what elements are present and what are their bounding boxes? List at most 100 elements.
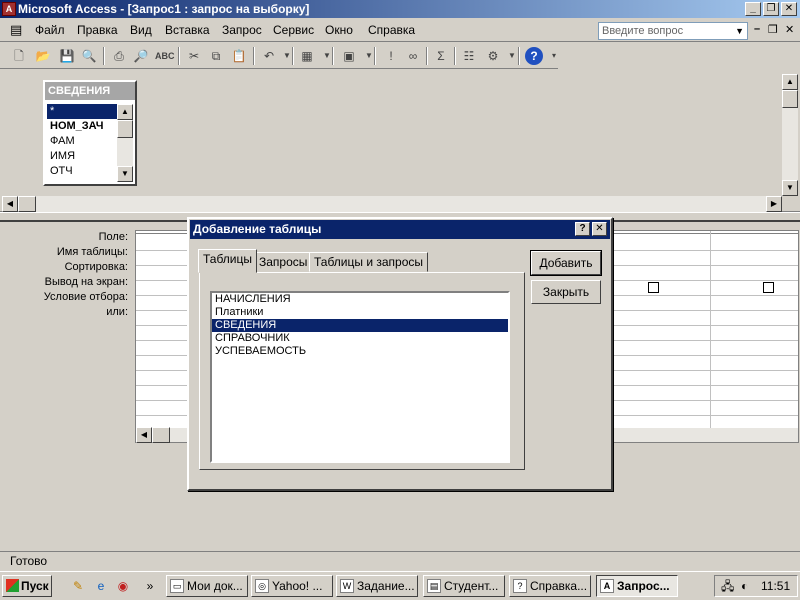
task-my-documents[interactable]: ▭ Мои док... [166,575,248,597]
access-icon: A [600,579,614,593]
scroll-thumb[interactable] [117,120,133,138]
task-query[interactable]: A Запрос... [596,575,678,597]
spelling-icon[interactable]: ABC [155,47,175,65]
quicklaunch-pencil-icon[interactable]: ✎ [70,578,86,594]
scroll-down-icon[interactable]: ▼ [117,166,133,182]
tab-tables-and-queries[interactable]: Таблицы и запросы [309,252,429,272]
dialog-close-button[interactable]: ✕ [592,222,607,236]
print-icon[interactable]: ⎙ [110,47,128,65]
paste-icon[interactable]: 📋 [230,47,248,65]
table-item[interactable]: УСПЕВАЕМОСТЬ [212,345,508,358]
table-pane-hscroll[interactable]: ◀ ▶ [2,196,782,212]
open-icon[interactable]: 📂 [34,47,52,65]
field-item[interactable]: ОТЧ [47,164,119,179]
task-assignment[interactable]: W Задание... [336,575,418,597]
scroll-thumb[interactable] [782,90,798,108]
menu-insert[interactable]: Вставка [165,23,210,37]
add-button[interactable]: Добавить [530,250,602,276]
close-button[interactable]: Закрыть [531,280,601,304]
file-search-icon[interactable]: 🔍 [80,47,98,65]
ask-question-input[interactable]: Введите вопрос ▼ [598,22,748,40]
row-label-sort: Сортировка: [64,261,128,273]
scroll-up-icon[interactable]: ▲ [782,74,798,90]
field-list-vscroll[interactable]: ▲ ▼ [117,104,133,182]
chevron-down-icon[interactable]: ▼ [735,23,744,39]
grid-row-labels: Поле: Имя таблицы: Сортировка: Вывод на … [0,230,132,320]
build-icon[interactable]: ⚙ [484,47,502,65]
row-label-field: Поле: [98,231,128,243]
table-item[interactable]: Платники [212,306,508,319]
field-item[interactable]: * [47,104,119,119]
run-icon[interactable]: ! [382,47,400,65]
query-type-icon[interactable]: ▣ [340,47,358,65]
field-item[interactable]: ИМЯ [47,149,119,164]
status-text: Готово [10,554,48,568]
quicklaunch-opera-icon[interactable]: ◉ [115,578,131,594]
restore-button[interactable]: ❐ [763,2,779,16]
save-icon[interactable]: 💾 [58,47,76,65]
scroll-left-icon[interactable]: ◀ [2,196,18,212]
menu-help[interactable]: Справка [368,23,415,37]
help-icon: ? [513,579,527,593]
scroll-up-icon[interactable]: ▲ [117,104,133,120]
print-preview-icon[interactable]: 🔎 [132,47,150,65]
hscroll-thumb[interactable] [152,427,170,443]
cut-icon[interactable]: ✂ [185,47,203,65]
task-help[interactable]: ? Справка... [509,575,591,597]
dialog-help-button[interactable]: ? [575,222,590,236]
mdi-close-button[interactable]: ✕ [785,23,794,36]
mdi-minimize-button[interactable]: – [754,23,760,35]
menu-edit[interactable]: Правка [77,23,118,37]
document-icon[interactable]: ▤ [10,22,22,38]
menu-file[interactable]: Файл [35,23,65,37]
field-list-items: * НОМ_ЗАЧ ФАМ ИМЯ ОТЧ [47,104,119,179]
access-app-icon[interactable]: A [2,2,16,16]
tab-panel: НАЧИСЛЕНИЯ Платники СВЕДЕНИЯ СПРАВОЧНИК … [199,272,525,470]
view-icon[interactable]: ▦ [298,47,316,65]
menu-window[interactable]: Окно [325,23,353,37]
menu-view[interactable]: Вид [130,23,152,37]
add-table-dialog: Добавление таблицы ? ✕ Таблицы Запросы Т… [187,217,613,491]
show-checkbox[interactable] [763,282,774,293]
quicklaunch-ie-icon[interactable]: e [93,578,109,594]
task-yahoo[interactable]: ◎ Yahoo! ... [251,575,333,597]
toolbar-options-icon[interactable]: ▾ [545,47,563,65]
volume-icon[interactable]: ◐ [741,576,748,596]
table-item[interactable]: СПРАВОЧНИК [212,332,508,345]
undo-icon[interactable]: ↶ [260,47,278,65]
row-label-or: или: [106,306,128,318]
properties-icon[interactable]: ☷ [460,47,478,65]
field-item[interactable]: НОМ_ЗАЧ [47,119,119,134]
windows-logo-icon [6,579,19,592]
tab-queries[interactable]: Запросы [254,252,313,272]
table-list[interactable]: НАЧИСЛЕНИЯ Платники СВЕДЕНИЯ СПРАВОЧНИК … [210,291,510,463]
close-button[interactable]: ✕ [781,2,797,16]
field-item[interactable]: ФАМ [47,134,119,149]
network-icon[interactable]: 🖧 [721,576,734,596]
totals-icon[interactable]: Σ [432,47,450,65]
menu-query[interactable]: Запрос [222,23,262,37]
task-student[interactable]: ▤ Студент... [423,575,505,597]
show-checkbox[interactable] [648,282,659,293]
table-pane-vscroll[interactable]: ▲ ▼ [782,74,798,196]
quicklaunch-more-icon[interactable]: » [142,578,158,594]
copy-icon[interactable]: ⧉ [207,47,225,65]
tab-tables[interactable]: Таблицы [198,249,258,273]
field-list-svedeniya[interactable]: СВЕДЕНИЯ * НОМ_ЗАЧ ФАМ ИМЯ ОТЧ ▲ ▼ [43,80,137,186]
scroll-right-icon[interactable]: ▶ [766,196,782,212]
help-icon[interactable]: ? [525,47,543,65]
toolbar: 🗋 📂 💾 🔍 ⎙ 🔎 ABC ✂ ⧉ 📋 ↶ ▼ ▦ ▼ ▣ ▼ ! ∞ Σ … [0,43,558,69]
table-item-selected[interactable]: СВЕДЕНИЯ [212,319,508,332]
show-table-icon[interactable]: ∞ [404,47,422,65]
start-button[interactable]: Пуск [2,575,52,597]
minimize-button[interactable]: _ [745,2,761,16]
menu-tools[interactable]: Сервис [273,23,314,37]
scroll-down-icon[interactable]: ▼ [782,180,798,196]
scroll-left-icon[interactable]: ◀ [136,427,152,443]
table-item[interactable]: НАЧИСЛЕНИЯ [212,293,508,306]
hscroll-thumb[interactable] [18,196,36,212]
window-icon: ▤ [427,579,441,593]
clock[interactable]: 11:51 [761,576,790,596]
new-icon[interactable]: 🗋 [10,47,28,65]
mdi-restore-button[interactable]: ❐ [768,23,778,36]
